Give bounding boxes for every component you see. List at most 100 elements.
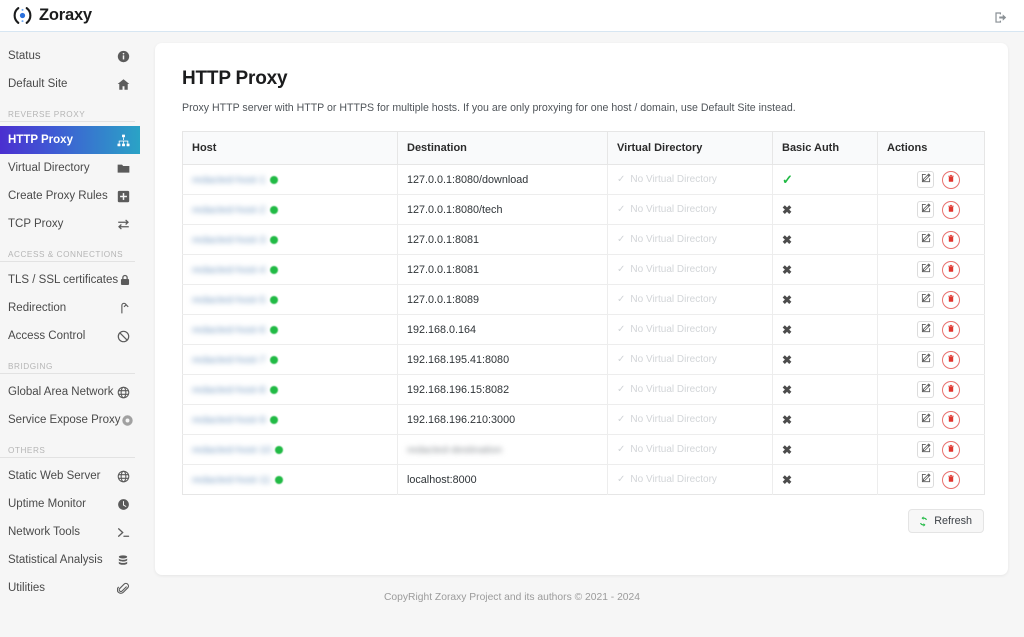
basic-auth-disabled-icon: ✖ [782, 293, 792, 307]
sidebar-item-tls-ssl-certificates[interactable]: TLS / SSL certificates [0, 266, 140, 294]
sidebar-item-global-area-network[interactable]: Global Area Network [0, 378, 140, 406]
cell-virtual-directory: ✓No Virtual Directory [608, 285, 773, 315]
virtual-directory-cell: ✓No Virtual Directory [617, 294, 772, 305]
column-header-basic-auth: Basic Auth [773, 132, 878, 165]
basic-auth-disabled-icon: ✖ [782, 473, 792, 487]
trash-icon [947, 234, 955, 246]
delete-button[interactable] [942, 321, 960, 339]
delete-button[interactable] [942, 261, 960, 279]
edit-button[interactable] [917, 201, 934, 218]
basic-auth-disabled-icon: ✖ [782, 353, 792, 367]
basic-auth-enabled-icon: ✓ [782, 172, 793, 187]
edit-button[interactable] [917, 171, 934, 188]
sidebar-item-statistical-analysis[interactable]: Statistical Analysis [0, 546, 140, 574]
cell-destination: 127.0.0.1:8081 [398, 255, 608, 285]
edit-button[interactable] [917, 231, 934, 248]
cell-virtual-directory: ✓No Virtual Directory [608, 165, 773, 195]
brand[interactable]: Zoraxy [12, 5, 92, 26]
check-icon: ✓ [617, 324, 625, 335]
destination-label: 192.168.0.164 [407, 324, 476, 336]
sign-out-icon[interactable] [992, 8, 1010, 26]
sidebar-item-uptime-monitor[interactable]: Uptime Monitor [0, 490, 140, 518]
host-cell: redacted-host-11 [192, 465, 397, 494]
basic-auth-disabled-icon: ✖ [782, 323, 792, 337]
sidebar-item-redirection[interactable]: Redirection [0, 294, 140, 322]
trash-icon [947, 354, 955, 366]
delete-button[interactable] [942, 201, 960, 219]
actions-cell [887, 321, 984, 339]
delete-button[interactable] [942, 441, 960, 459]
sidebar-item-label: Virtual Directory [8, 162, 116, 174]
plus-square-icon [116, 189, 130, 203]
sidebar-item-network-tools[interactable]: Network Tools [0, 518, 140, 546]
cell-basic-auth: ✖ [773, 345, 878, 375]
actions-cell [887, 411, 984, 429]
cell-actions [878, 315, 985, 345]
virtual-directory-label: No Virtual Directory [630, 414, 717, 425]
delete-button[interactable] [942, 351, 960, 369]
status-dot-online [270, 206, 278, 214]
basic-auth-disabled-icon: ✖ [782, 413, 792, 427]
check-icon: ✓ [617, 264, 625, 275]
refresh-icon [918, 516, 929, 527]
virtual-directory-label: No Virtual Directory [630, 354, 717, 365]
sidebar-item-label: Global Area Network [8, 386, 116, 398]
sidebar-item-tcp-proxy[interactable]: TCP Proxy [0, 210, 140, 238]
edit-button[interactable] [917, 471, 934, 488]
sidebar-item-create-proxy-rules[interactable]: Create Proxy Rules [0, 182, 140, 210]
sidebar-item-virtual-directory[interactable]: Virtual Directory [0, 154, 140, 182]
edit-button[interactable] [917, 351, 934, 368]
edit-button[interactable] [917, 441, 934, 458]
table-row: redacted-host-8192.168.196.15:8082✓No Vi… [183, 375, 985, 405]
edit-button[interactable] [917, 321, 934, 338]
delete-button[interactable] [942, 171, 960, 189]
sidebar-item-static-web-server[interactable]: Static Web Server [0, 462, 140, 490]
sidebar-item-status[interactable]: Status [0, 42, 140, 70]
status-dot-online [270, 296, 278, 304]
edit-button[interactable] [917, 291, 934, 308]
actions-cell [887, 351, 984, 369]
database-icon [116, 553, 130, 567]
folder-icon [116, 161, 130, 175]
cell-actions [878, 165, 985, 195]
basic-auth-disabled-icon: ✖ [782, 203, 792, 217]
edit-pencil-icon [921, 263, 931, 276]
sidebar-item-label: HTTP Proxy [8, 134, 116, 146]
sidebar-item-http-proxy[interactable]: HTTP Proxy [0, 126, 140, 154]
trash-icon [947, 264, 955, 276]
edit-button[interactable] [917, 261, 934, 278]
actions-cell [887, 201, 984, 219]
sidebar-item-label: Redirection [8, 302, 116, 314]
sidebar-item-label: TLS / SSL certificates [8, 274, 118, 286]
delete-button[interactable] [942, 471, 960, 489]
virtual-directory-label: No Virtual Directory [630, 324, 717, 335]
broadcast-icon [121, 413, 135, 427]
http-proxy-table: Host Destination Virtual Directory Basic… [182, 131, 985, 495]
refresh-label: Refresh [934, 515, 972, 527]
virtual-directory-cell: ✓No Virtual Directory [617, 414, 772, 425]
check-icon: ✓ [617, 474, 625, 485]
basic-auth-disabled-icon: ✖ [782, 233, 792, 247]
table-row: redacted-host-6192.168.0.164✓No Virtual … [183, 315, 985, 345]
globe-icon [116, 469, 130, 483]
delete-button[interactable] [942, 381, 960, 399]
terminal-icon [116, 525, 130, 539]
delete-button[interactable] [942, 411, 960, 429]
sidebar-item-access-control[interactable]: Access Control [0, 322, 140, 350]
destination-label: 127.0.0.1:8080/download [407, 174, 528, 186]
sidebar-item-label: Network Tools [8, 526, 116, 538]
refresh-button[interactable]: Refresh [908, 509, 984, 533]
edit-pencil-icon [921, 323, 931, 336]
virtual-directory-cell: ✓No Virtual Directory [617, 264, 772, 275]
edit-pencil-icon [921, 203, 931, 216]
sidebar-item-service-expose-proxy[interactable]: Service Expose Proxy [0, 406, 140, 434]
edit-button[interactable] [917, 381, 934, 398]
sidebar-item-default-site[interactable]: Default Site [0, 70, 140, 98]
delete-button[interactable] [942, 231, 960, 249]
sidebar: Status Default Site REVERSE PROXY HTTP P… [0, 32, 140, 637]
virtual-directory-label: No Virtual Directory [630, 474, 717, 485]
virtual-directory-cell: ✓ No Virtual Directory [617, 474, 772, 485]
check-icon: ✓ [617, 174, 625, 185]
edit-button[interactable] [917, 411, 934, 428]
delete-button[interactable] [942, 291, 960, 309]
